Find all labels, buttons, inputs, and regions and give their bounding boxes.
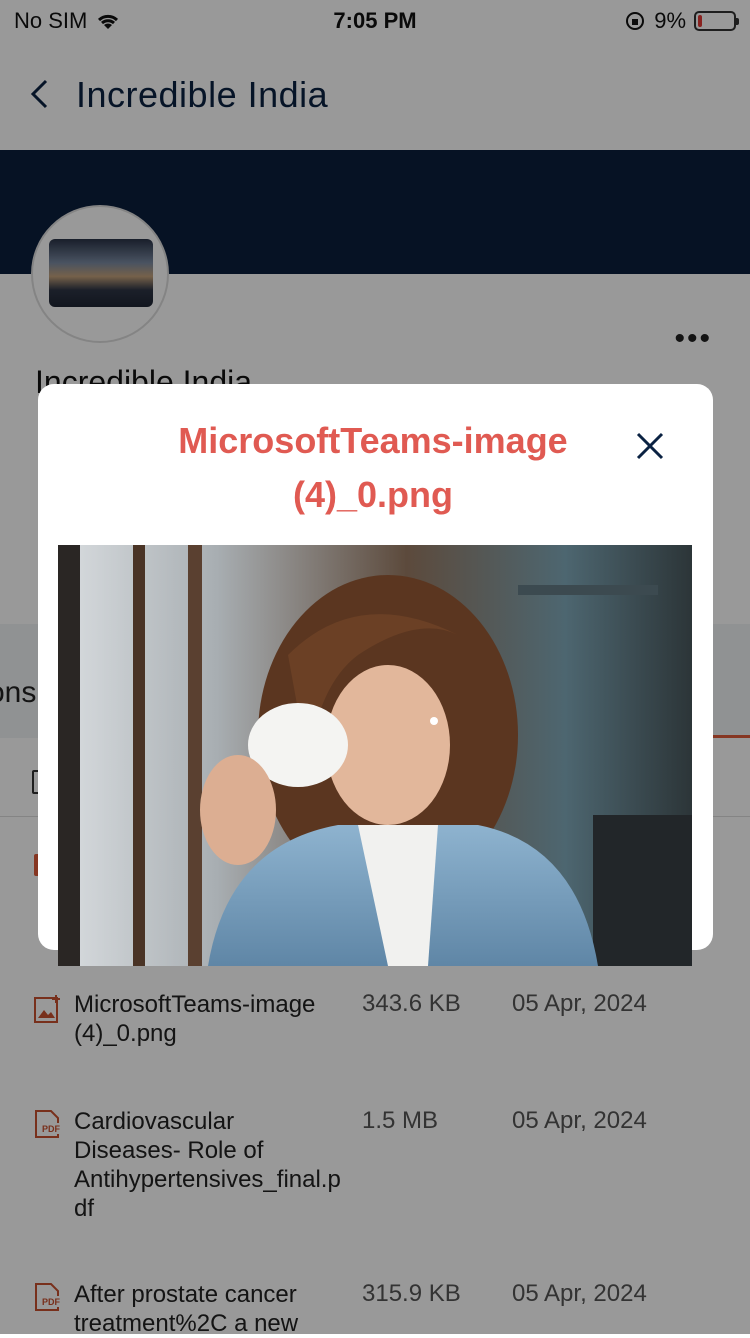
modal-title: MicrosoftTeams-image (4)_0.png (178, 420, 568, 515)
close-icon[interactable] (634, 430, 666, 462)
image-preview (58, 545, 692, 966)
